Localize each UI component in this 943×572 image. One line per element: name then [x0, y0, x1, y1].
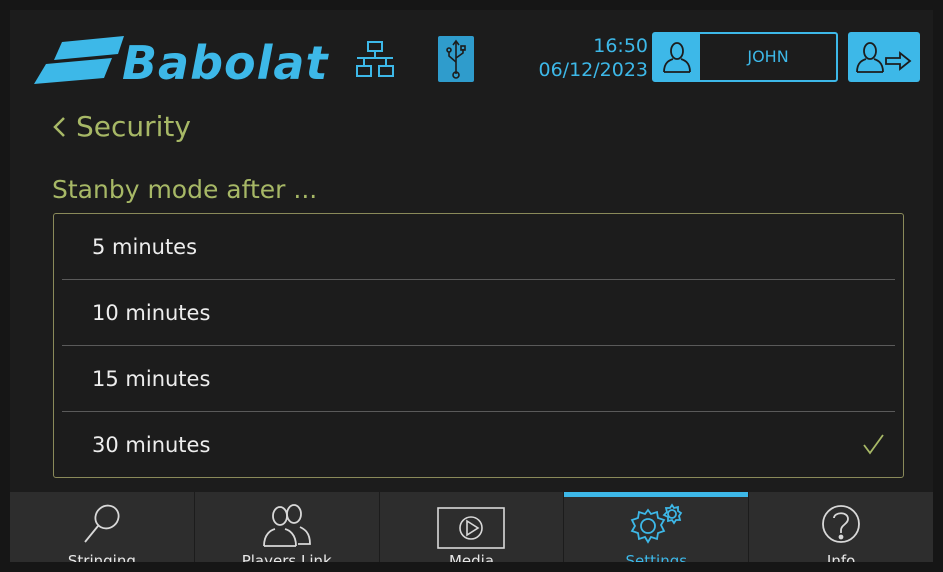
active-tab-indicator [564, 492, 749, 497]
app-screen: Babolat 16:50 06/12/2023 JOHN Security S… [10, 10, 933, 562]
clock-date: 06/12/2023 [538, 59, 648, 81]
bottom-nav: Stringing Players Link Medi [10, 492, 933, 562]
nav-label: Info [749, 554, 933, 562]
nav-settings[interactable]: Settings [564, 492, 750, 562]
clock: 16:50 06/12/2023 [510, 34, 648, 82]
clock-time: 16:50 [593, 35, 648, 57]
option-15-minutes[interactable]: 15 minutes [62, 346, 895, 412]
brand-mark-icon [34, 36, 124, 84]
nav-media[interactable]: Media [380, 492, 565, 562]
logout-button[interactable] [848, 32, 920, 82]
user-selector[interactable]: JOHN [652, 32, 838, 82]
checkmark-icon [863, 434, 884, 455]
racket-icon [84, 504, 120, 543]
chevron-left-icon [53, 116, 65, 137]
nav-label: Media [380, 554, 564, 562]
brand-logo: Babolat [32, 30, 362, 90]
nav-label: Stringing [10, 554, 194, 562]
user-icon-cell [654, 34, 700, 80]
nav-label: Settings [564, 554, 748, 562]
header-bar: Babolat 16:50 06/12/2023 JOHN [10, 10, 933, 98]
question-icon [822, 505, 860, 543]
standby-options-list: 5 minutes 10 minutes 15 minutes 30 minut… [53, 213, 904, 478]
user-name: JOHN [747, 47, 789, 66]
play-icon [437, 507, 506, 549]
option-5-minutes[interactable]: 5 minutes [62, 214, 895, 280]
option-label: 10 minutes [92, 300, 211, 325]
option-label: 5 minutes [92, 234, 198, 259]
nav-players-link[interactable]: Players Link [195, 492, 380, 562]
option-label: 15 minutes [92, 366, 211, 391]
nav-info[interactable]: Info [749, 492, 933, 562]
brand-name: Babolat [122, 36, 329, 90]
user-icon [663, 42, 691, 73]
usb-icon [446, 39, 466, 79]
section-title: Stanby mode after ... [52, 175, 318, 204]
nav-stringing[interactable]: Stringing [10, 492, 195, 562]
logout-icon [856, 42, 912, 73]
nav-label: Players Link [195, 554, 379, 562]
back-label: Security [76, 110, 191, 143]
usb-status [438, 36, 474, 82]
gears-icon [630, 503, 683, 544]
option-label: 30 minutes [92, 433, 211, 457]
network-icon [356, 41, 394, 77]
option-30-minutes[interactable]: 30 minutes [62, 412, 895, 478]
option-10-minutes[interactable]: 10 minutes [62, 280, 895, 346]
back-button[interactable]: Security [52, 110, 191, 143]
players-icon [262, 504, 311, 547]
